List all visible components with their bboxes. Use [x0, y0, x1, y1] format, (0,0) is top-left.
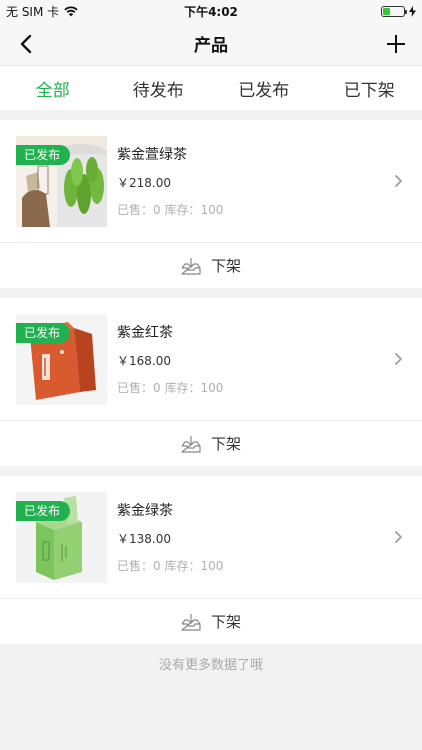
tab-all[interactable]: 全部: [0, 76, 106, 101]
product-name: 紫金萱绿茶: [117, 147, 187, 163]
status-right: [381, 5, 416, 17]
filter-tabs: 全部 待发布 已发布 已下架: [0, 66, 422, 110]
product-price: ￥168.00: [117, 354, 171, 368]
charging-icon: [409, 5, 416, 17]
tab-unlisted[interactable]: 已下架: [317, 76, 422, 101]
tab-pending[interactable]: 待发布: [106, 76, 212, 101]
status-left: 无 SIM 卡: [6, 3, 78, 20]
product-list: 已发布 紫金萱绿茶 ￥218.00 已售：0 库存：100 下架 已发布 紫金红…: [0, 110, 422, 673]
unlist-button[interactable]: 下架: [0, 242, 422, 288]
product-image: 已发布: [16, 313, 107, 405]
product-row[interactable]: 已发布 紫金红茶 ￥168.00 已售：0 库存：100: [0, 298, 422, 420]
product-info: 紫金绿茶 ￥138.00 已售：0 库存：100: [117, 500, 388, 574]
tab-published[interactable]: 已发布: [211, 76, 317, 101]
product-stats: 已售：0 库存：100: [117, 203, 224, 217]
chevron-right-icon: [388, 530, 408, 544]
product-image: 已发布: [16, 491, 107, 583]
chevron-left-icon: [20, 34, 32, 53]
product-name: 紫金红茶: [117, 325, 173, 341]
plus-icon: [387, 34, 405, 53]
chevron-right-icon: [388, 174, 408, 188]
add-product-button[interactable]: [382, 30, 410, 58]
chevron-right-icon: [388, 352, 408, 366]
status-bar: 无 SIM 卡 下午4:02: [0, 0, 422, 22]
battery-level: [383, 7, 390, 15]
status-badge: 已发布: [16, 322, 71, 343]
product-row[interactable]: 已发布 紫金萱绿茶 ￥218.00 已售：0 库存：100: [0, 120, 422, 242]
tray-download-icon: [181, 613, 201, 631]
product-info: 紫金红茶 ￥168.00 已售：0 库存：100: [117, 322, 388, 396]
product-image: 已发布: [16, 135, 107, 227]
unlist-label: 下架: [210, 613, 241, 631]
unlist-label: 下架: [210, 257, 241, 275]
product-card: 已发布 紫金红茶 ￥168.00 已售：0 库存：100 下架: [0, 298, 422, 466]
product-name: 紫金绿茶: [117, 503, 173, 519]
product-stats: 已售：0 库存：100: [117, 381, 224, 395]
tray-download-icon: [181, 435, 201, 453]
tray-download-icon: [181, 257, 201, 275]
product-row[interactable]: 已发布 紫金绿茶 ￥138.00 已售：0 库存：100: [0, 476, 422, 598]
product-card: 已发布 紫金绿茶 ￥138.00 已售：0 库存：100 下架: [0, 476, 422, 644]
product-price: ￥218.00: [117, 176, 171, 190]
battery-icon: [381, 5, 407, 17]
product-card: 已发布 紫金萱绿茶 ￥218.00 已售：0 库存：100 下架: [0, 120, 422, 288]
nav-bar: 产品: [0, 22, 422, 66]
status-badge: 已发布: [16, 144, 71, 165]
wifi-icon: [64, 5, 78, 16]
product-info: 紫金萱绿茶 ￥218.00 已售：0 库存：100: [117, 144, 388, 218]
unlist-button[interactable]: 下架: [0, 420, 422, 466]
back-button[interactable]: [12, 30, 40, 58]
page-title: 产品: [194, 36, 228, 56]
no-more-data-note: 没有更多数据了哦: [158, 658, 263, 673]
product-price: ￥138.00: [117, 532, 171, 546]
unlist-button[interactable]: 下架: [0, 598, 422, 644]
carrier-label: 无 SIM 卡: [6, 4, 60, 19]
status-badge: 已发布: [16, 500, 71, 521]
unlist-label: 下架: [210, 435, 241, 453]
product-stats: 已售：0 库存：100: [117, 559, 224, 573]
